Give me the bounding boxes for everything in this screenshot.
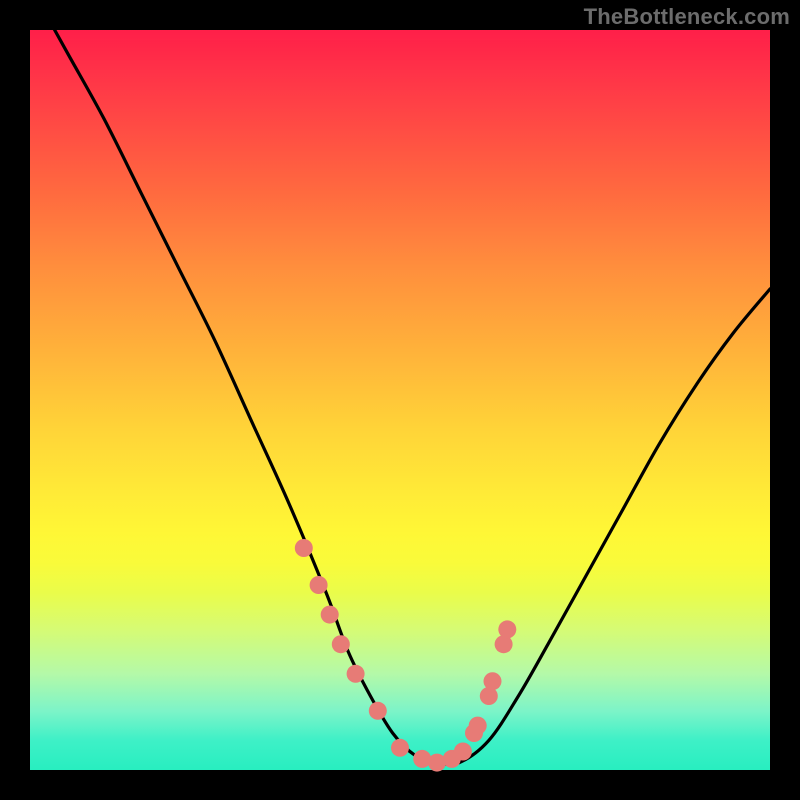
watermark-text: TheBottleneck.com [584, 4, 790, 30]
marker-dot [332, 635, 350, 653]
chart-svg [30, 30, 770, 770]
bottleneck-curve-path [30, 0, 770, 765]
marker-dot [391, 739, 409, 757]
marker-dot [454, 743, 472, 761]
marker-dot [295, 539, 313, 557]
marker-dot [310, 576, 328, 594]
marker-dot [369, 702, 387, 720]
marker-dots [295, 539, 517, 772]
marker-dot [484, 672, 502, 690]
curve-line [30, 0, 770, 765]
marker-dot [469, 717, 487, 735]
plot-area [30, 30, 770, 770]
chart-frame: TheBottleneck.com [0, 0, 800, 800]
marker-dot [347, 665, 365, 683]
marker-dot [321, 606, 339, 624]
marker-dot [498, 620, 516, 638]
